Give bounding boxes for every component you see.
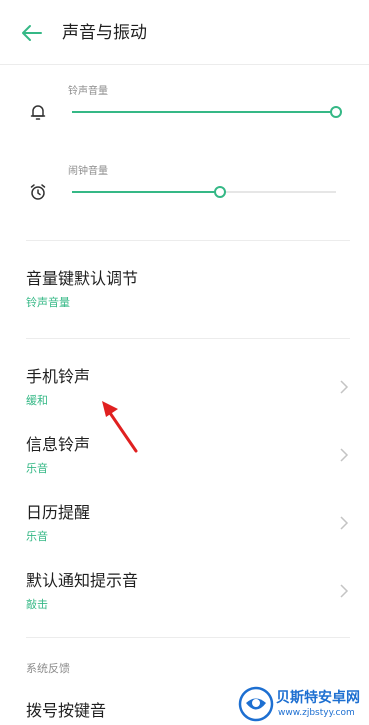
chevron-right-icon <box>340 516 349 530</box>
phone-ringtone-value: 缓和 <box>26 394 48 407</box>
system-feedback-divider <box>26 637 350 638</box>
watermark-url: www.zjbstyy.com <box>278 708 355 718</box>
calendar-reminder-value: 乐音 <box>26 530 48 543</box>
message-ringtone-value: 乐音 <box>26 462 48 475</box>
dial-keypad-tone-title: 拨号按键音 <box>26 701 107 720</box>
message-ringtone-title: 信息铃声 <box>26 435 91 454</box>
calendar-reminder-row[interactable]: 日历提醒 乐音 <box>0 500 369 550</box>
ringtone-volume-slider[interactable] <box>72 106 342 118</box>
alarm-volume-label: 闹钟音量 <box>68 166 108 177</box>
default-notification-sound-row[interactable]: 默认通知提示音 敲击 <box>0 568 369 618</box>
volume-divider <box>26 240 350 241</box>
volume-keys-default-row[interactable]: 音量键默认调节 铃声音量 <box>0 266 369 316</box>
chevron-right-icon <box>340 448 349 462</box>
default-notification-title: 默认通知提示音 <box>26 571 139 590</box>
calendar-reminder-title: 日历提醒 <box>26 503 91 522</box>
app-header: 声音与振动 <box>0 0 369 64</box>
watermark-logo-icon <box>238 686 274 722</box>
volume-keys-title: 音量键默认调节 <box>26 269 139 288</box>
ringtone-volume-label: 铃声音量 <box>68 86 108 97</box>
default-notification-value: 敲击 <box>26 598 48 611</box>
system-feedback-header: 系统反馈 <box>26 662 70 675</box>
ringtone-volume-thumb[interactable] <box>330 106 342 118</box>
chevron-right-icon <box>340 380 349 394</box>
ringtone-volume-fill <box>72 111 336 113</box>
annotation-arrow-icon <box>102 401 138 453</box>
alarm-clock-icon <box>28 182 48 202</box>
chevron-right-icon <box>340 584 349 598</box>
bell-icon <box>28 102 48 122</box>
header-divider <box>0 64 369 65</box>
message-ringtone-row[interactable]: 信息铃声 乐音 <box>0 432 369 482</box>
page-title: 声音与振动 <box>62 23 147 43</box>
volume-keys-divider <box>26 338 350 339</box>
watermark-name: 贝斯特安卓网 <box>276 690 360 706</box>
alarm-volume-fill <box>72 191 220 193</box>
phone-ringtone-title: 手机铃声 <box>26 367 91 386</box>
arrow-left-icon <box>22 25 42 41</box>
alarm-volume-thumb[interactable] <box>213 186 226 198</box>
volume-keys-value: 铃声音量 <box>26 296 70 309</box>
phone-ringtone-row[interactable]: 手机铃声 缓和 <box>0 364 369 414</box>
back-button[interactable] <box>20 22 44 44</box>
alarm-volume-slider[interactable] <box>72 186 336 198</box>
watermark: 贝斯特安卓网 www.zjbstyy.com <box>238 684 369 725</box>
